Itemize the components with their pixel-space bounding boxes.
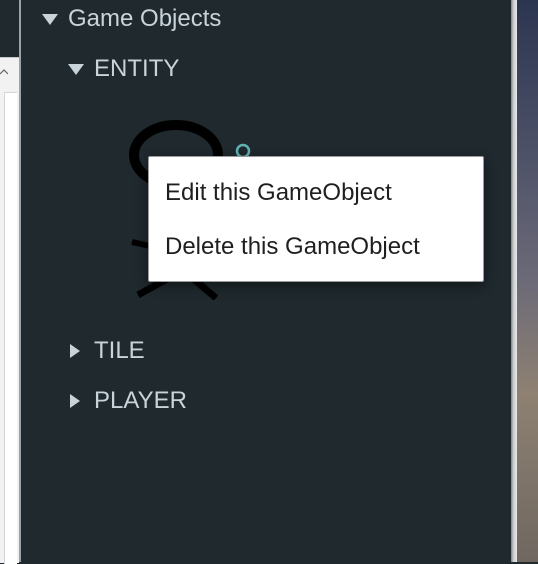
tree-root-label: Game Objects — [68, 5, 222, 32]
triangle-down-icon[interactable] — [42, 13, 58, 25]
tree-group-player[interactable]: PLAYER — [70, 387, 187, 415]
tree-group-label: PLAYER — [94, 387, 187, 414]
triangle-right-icon[interactable] — [70, 394, 80, 408]
left-window-body — [0, 57, 19, 564]
left-window-edge — [0, 0, 19, 564]
triangle-down-icon[interactable] — [68, 63, 84, 75]
desktop-background — [517, 0, 538, 562]
triangle-right-icon[interactable] — [70, 344, 80, 358]
edit-gameobject-menu-item[interactable]: Edit this GameObject — [165, 179, 392, 207]
tree-root-game-objects[interactable]: Game Objects — [42, 5, 221, 33]
context-menu: Edit this GameObject Delete this GameObj… — [148, 156, 484, 282]
left-window-header — [0, 0, 19, 57]
delete-gameobject-menu-item[interactable]: Delete this GameObject — [165, 233, 420, 261]
tree-group-tile[interactable]: TILE — [70, 337, 145, 365]
tree-group-label: ENTITY — [94, 55, 180, 82]
tree-group-entity[interactable]: ENTITY — [68, 55, 179, 83]
tree-group-label: TILE — [94, 337, 145, 364]
left-window-content — [4, 92, 17, 564]
chevron-up-icon — [0, 69, 8, 75]
